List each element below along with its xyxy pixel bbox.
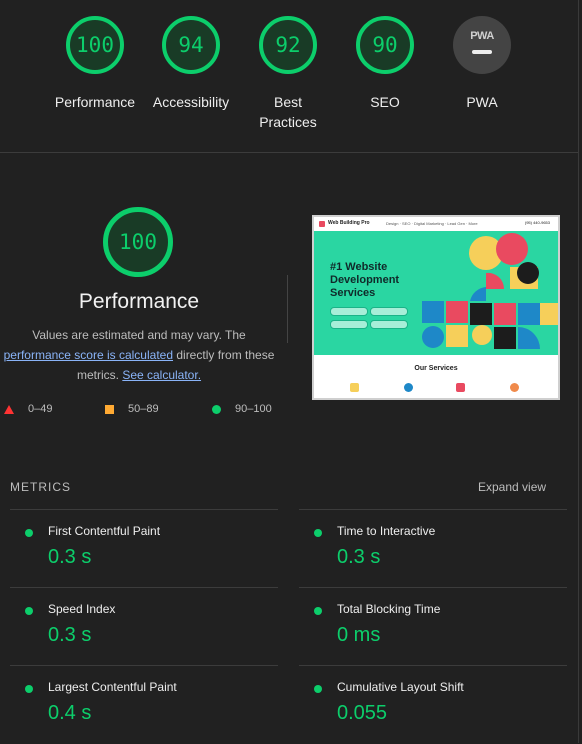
pwa-dash-icon [472, 50, 492, 54]
final-screenshot-thumbnail[interactable]: Web Building Pro Design · SEO · Digital … [312, 215, 560, 400]
gauge-accessibility[interactable]: 94 Accessibility [141, 16, 241, 112]
metric-first-contentful-paint: First Contentful Paint 0.3 s [10, 509, 278, 588]
service-icon [510, 383, 519, 392]
legend-pass: 90–100 [212, 403, 272, 415]
square-icon [105, 404, 114, 414]
geometric-art-illustration [422, 233, 558, 349]
gauge-label: Best Practices [259, 94, 317, 130]
performance-score-ring: 100 [103, 207, 173, 277]
metric-speed-index: Speed Index 0.3 s [10, 587, 278, 666]
gauge-label: Accessibility [152, 94, 230, 110]
scrollbar-track[interactable] [578, 0, 579, 743]
gauge-label: SEO [370, 94, 400, 110]
service-icon [456, 383, 465, 392]
metric-total-blocking-time: Total Blocking Time 0 ms [299, 587, 567, 666]
divider [287, 275, 288, 343]
pass-circle-icon [314, 607, 322, 615]
see-calculator-link[interactable]: See calculator. [122, 368, 201, 382]
thumb-hero: #1 Website Development Services [314, 231, 558, 355]
pass-circle-icon [25, 685, 33, 693]
gauge-label: Performance [54, 94, 136, 110]
legend-average: 50–89 [105, 403, 159, 415]
triangle-icon [4, 404, 14, 414]
thumb-navbar: Web Building Pro Design · SEO · Digital … [314, 217, 558, 232]
thumb-services: Our Services [314, 355, 558, 398]
gauge-label: PWA [466, 94, 498, 110]
score-ring: 100 [66, 16, 124, 74]
score-ring: 90 [356, 16, 414, 74]
circle-icon [212, 404, 221, 414]
service-icon [404, 383, 413, 392]
performance-description: Values are estimated and may vary. The p… [3, 328, 275, 382]
expand-view-toggle[interactable]: Expand view [478, 480, 546, 494]
pass-circle-icon [25, 529, 33, 537]
performance-title: Performance [78, 290, 200, 313]
metrics-heading: METRICS [10, 480, 71, 494]
metric-largest-contentful-paint: Largest Contentful Paint 0.4 s [10, 665, 278, 744]
pass-circle-icon [25, 607, 33, 615]
gauge-seo[interactable]: 90 SEO [335, 16, 435, 112]
metric-time-to-interactive: Time to Interactive 0.3 s [299, 509, 567, 588]
score-ring: 92 [259, 16, 317, 74]
score-calculation-link[interactable]: performance score is calculated [4, 348, 173, 362]
score-ring: 94 [162, 16, 220, 74]
metric-cumulative-layout-shift: Cumulative Layout Shift 0.055 [299, 665, 567, 744]
gauge-performance[interactable]: 100 Performance [45, 16, 145, 112]
pwa-badge-icon: PWA [453, 16, 511, 74]
gauge-best-practices[interactable]: 92 Best Practices [238, 16, 338, 132]
pass-circle-icon [314, 685, 322, 693]
pass-circle-icon [314, 529, 322, 537]
logo-icon [319, 221, 325, 227]
service-icon [350, 383, 359, 392]
gauge-pwa[interactable]: PWA PWA [432, 16, 532, 112]
category-gauges: 100 Performance 94 Accessibility 92 Best… [0, 0, 578, 153]
legend-fail: 0–49 [4, 403, 52, 415]
